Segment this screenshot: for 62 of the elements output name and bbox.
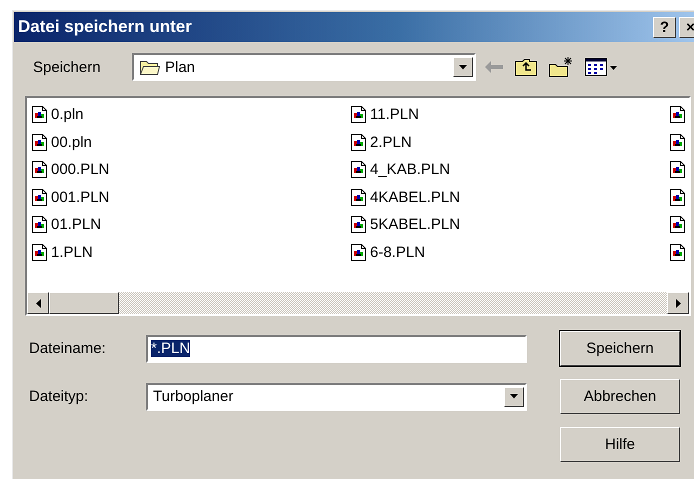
file-icon: [31, 105, 48, 124]
save-in-label: Speichern: [33, 58, 102, 76]
file-name: 000.PLN: [51, 161, 110, 178]
file-item[interactable]: 000.PLN: [31, 156, 350, 184]
file-icon: [31, 160, 48, 180]
file-icon: [669, 215, 686, 234]
file-name: 5KABEL.PLN: [370, 216, 460, 234]
file-icon: [350, 188, 367, 207]
file-name: 6-8.PLN: [370, 244, 426, 261]
file-item[interactable]: 5KABEL.PLN: [350, 211, 669, 238]
file-name: 0.pln: [51, 106, 84, 124]
file-name: 11.PLN: [370, 106, 419, 124]
file-item[interactable]: 1.PLN: [31, 238, 350, 266]
file-type-label: Dateityp:: [29, 388, 90, 405]
file-icon: [350, 242, 367, 262]
file-icon: [669, 132, 686, 152]
new-folder-icon[interactable]: [548, 56, 574, 78]
folder-icon: [139, 58, 161, 76]
folder-dropdown[interactable]: Plan: [132, 53, 476, 81]
file-icon: [669, 105, 686, 124]
file-item[interactable]: 4KABEL.PLN: [350, 184, 669, 211]
file-item[interactable]: 0.pln: [31, 101, 350, 128]
file-item[interactable]: 01.PLN: [31, 211, 350, 238]
file-name: 00.pln: [51, 134, 92, 151]
scroll-left-icon[interactable]: [27, 292, 49, 314]
horizontal-scrollbar[interactable]: [27, 292, 689, 314]
file-item[interactable]: 2.PLN: [350, 128, 669, 156]
help-button[interactable]: ?: [653, 16, 676, 38]
file-icon: [350, 215, 367, 234]
file-item[interactable]: 00.pln: [31, 128, 350, 156]
file-icon: [350, 132, 367, 152]
file-item[interactable]: 11.PLN: [350, 101, 669, 128]
help-button[interactable]: Hilfe: [560, 427, 680, 462]
file-name: 2.PLN: [370, 134, 412, 151]
file-icon: [31, 215, 48, 234]
file-icon: [669, 160, 686, 180]
file-icon: [31, 242, 48, 262]
file-icon: [31, 188, 48, 207]
file-name: 4KABEL.PLN: [370, 188, 460, 206]
file-type-dropdown[interactable]: Turboplaner: [146, 382, 527, 410]
file-icon: [350, 160, 367, 180]
file-name: 01.PLN: [51, 216, 102, 234]
file-name: 4_KAB.PLN: [370, 161, 450, 178]
file-icon: [669, 188, 686, 207]
file-name-field[interactable]: *.PLN: [146, 334, 527, 362]
file-item[interactable]: 4_KAB.PLN: [350, 156, 669, 184]
close-button[interactable]: ×: [679, 16, 694, 38]
file-item[interactable]: 6-8.PLN: [350, 238, 669, 266]
scrollbar-thumb[interactable]: [49, 292, 119, 314]
folder-up-icon[interactable]: [514, 57, 538, 77]
scroll-right-icon[interactable]: [667, 292, 689, 314]
file-icon: [350, 105, 367, 124]
file-icon: [669, 242, 686, 262]
file-item[interactable]: 001.PLN: [31, 184, 350, 211]
file-name: 001.PLN: [51, 188, 110, 206]
file-name: 1.PLN: [51, 244, 93, 261]
file-name-label: Dateiname:: [29, 340, 107, 357]
window-title: Datei speichern unter: [17, 17, 192, 37]
view-menu-icon[interactable]: [584, 57, 618, 77]
save-button[interactable]: Speichern: [560, 331, 680, 366]
cancel-button[interactable]: Abbrechen: [560, 379, 680, 414]
file-icon: [31, 132, 48, 152]
